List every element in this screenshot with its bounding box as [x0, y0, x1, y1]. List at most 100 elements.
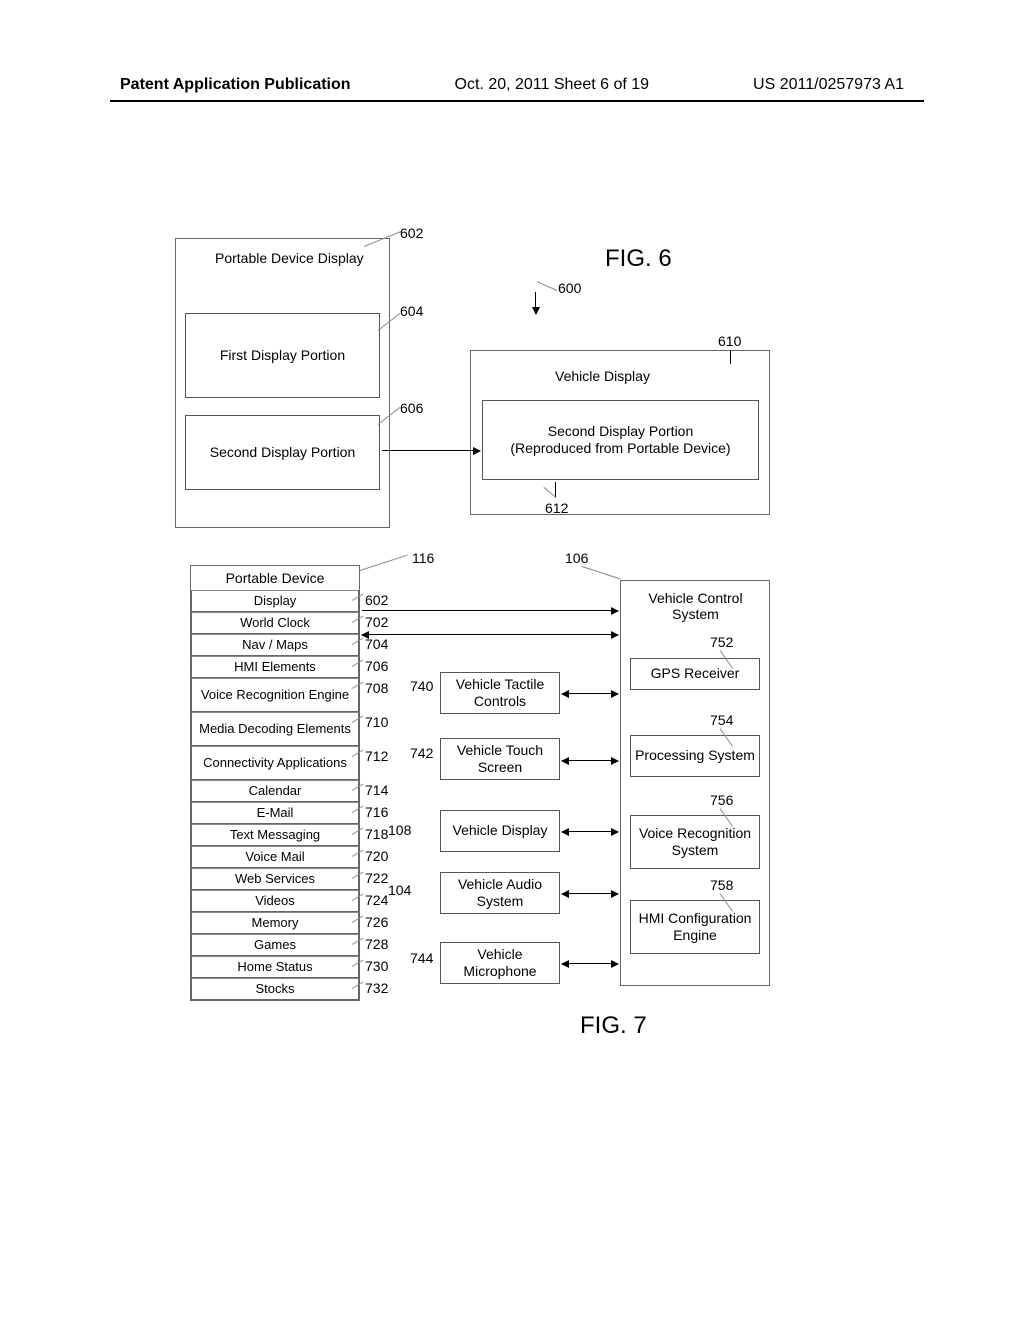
header-center: Oct. 20, 2011 Sheet 6 of 19	[455, 76, 650, 94]
pd-row: Stocks	[191, 978, 359, 1000]
second-display-portion-box: Second Display Portion	[185, 415, 380, 490]
pd-row-ref: 720	[365, 848, 388, 864]
vehicle-display-label: Vehicle Display	[555, 368, 650, 384]
pd-row: Home Status	[191, 956, 359, 978]
lead-600-arrow	[535, 292, 536, 314]
voice-box: Voice Recognition System	[630, 815, 760, 869]
pd-row: Media Decoding Elements	[191, 712, 359, 746]
vehicle-display-7-box: Vehicle Display	[440, 810, 560, 852]
ref-742: 742	[410, 745, 433, 761]
pd-row-ref: 726	[365, 914, 388, 930]
pd-row-ref: 728	[365, 936, 388, 952]
ref-106: 106	[565, 550, 588, 566]
fig7-title: FIG. 7	[580, 1012, 647, 1040]
vehicle-touch-label: Vehicle Touch Screen	[445, 742, 555, 777]
arrow-pd-to-vcs-2	[362, 634, 618, 635]
proc-box: Processing System	[630, 735, 760, 777]
ref-758: 758	[710, 877, 733, 893]
portable-device-list: DisplayWorld ClockNav / MapsHMI Elements…	[191, 590, 359, 1000]
portable-device-box: Portable Device DisplayWorld ClockNav / …	[190, 565, 360, 1001]
portable-device-display-label: Portable Device Display	[215, 250, 364, 266]
pd-row-ref: 718	[365, 826, 388, 842]
ref-744: 744	[410, 950, 433, 966]
ref-752: 752	[710, 634, 733, 650]
vehicle-mic-box: Vehicle Microphone	[440, 942, 560, 984]
pd-row: Web Services	[191, 868, 359, 890]
pd-row-ref: 602	[365, 592, 388, 608]
pd-row: E-Mail	[191, 802, 359, 824]
gps-box: GPS Receiver	[630, 658, 760, 690]
pd-row: Videos	[191, 890, 359, 912]
portable-device-title: Portable Device	[191, 566, 359, 590]
pd-row: Voice Recognition Engine	[191, 678, 359, 712]
proc-label: Processing System	[635, 747, 755, 765]
voice-label: Voice Recognition System	[635, 825, 755, 860]
ref-600: 600	[558, 280, 581, 296]
second-display-portion-label: Second Display Portion	[210, 444, 356, 462]
page-header: Patent Application Publication Oct. 20, …	[0, 76, 1024, 94]
ref-116: 116	[412, 550, 434, 566]
arrow-pd-to-vcs-1	[362, 610, 618, 611]
vehicle-audio-box: Vehicle Audio System	[440, 872, 560, 914]
ref-606: 606	[400, 400, 423, 416]
vehicle-tactile-box: Vehicle Tactile Controls	[440, 672, 560, 714]
pd-row-ref: 702	[365, 614, 388, 630]
pd-row: Display	[191, 590, 359, 612]
second-repro-box: Second Display Portion (Reproduced from …	[482, 400, 759, 480]
ref-610: 610	[718, 333, 741, 349]
pd-row-ref: 706	[365, 658, 388, 674]
ref-756: 756	[710, 792, 733, 808]
ref-104: 104	[388, 882, 411, 898]
pd-row: Text Messaging	[191, 824, 359, 846]
fig6-title: FIG. 6	[605, 245, 672, 273]
pd-row-ref: 708	[365, 680, 388, 696]
arrow-display-vcs	[562, 831, 618, 832]
pd-row-ref: 732	[365, 980, 388, 996]
vehicle-touch-box: Vehicle Touch Screen	[440, 738, 560, 780]
ref-612: 612	[545, 500, 568, 516]
second-repro-label: Second Display Portion (Reproduced from …	[510, 423, 730, 458]
ref-754: 754	[710, 712, 733, 728]
arrow-audio-vcs	[562, 893, 618, 894]
header-rule	[110, 100, 924, 102]
lead-106	[582, 566, 620, 579]
ref-604: 604	[400, 303, 423, 319]
pd-row-ref: 730	[365, 958, 388, 974]
lead-610	[730, 350, 731, 364]
arrow-touch-vcs	[562, 760, 618, 761]
pd-row-ref: 704	[365, 636, 388, 652]
pd-row-ref: 722	[365, 870, 388, 886]
pd-row: World Clock	[191, 612, 359, 634]
hmi-box: HMI Configuration Engine	[630, 900, 760, 954]
pd-row: Games	[191, 934, 359, 956]
ref-602: 602	[400, 225, 423, 241]
pd-row: Memory	[191, 912, 359, 934]
pd-row-ref: 710	[365, 714, 388, 730]
vehicle-audio-label: Vehicle Audio System	[445, 876, 555, 911]
first-display-portion-box: First Display Portion	[185, 313, 380, 398]
lead-600a	[537, 281, 558, 291]
pd-row-ref: 712	[365, 748, 388, 764]
pd-row-ref: 724	[365, 892, 388, 908]
first-display-portion-label: First Display Portion	[220, 347, 345, 365]
pd-row: HMI Elements	[191, 656, 359, 678]
ref-740: 740	[410, 678, 433, 694]
ref-108: 108	[388, 822, 411, 838]
arrow-second-to-vehicle	[382, 450, 480, 451]
vehicle-tactile-label: Vehicle Tactile Controls	[445, 676, 555, 711]
arrow-tactile-vcs	[562, 693, 618, 694]
hmi-label: HMI Configuration Engine	[635, 910, 755, 945]
pd-row: Nav / Maps	[191, 634, 359, 656]
pd-row-ref: 716	[365, 804, 388, 820]
gps-label: GPS Receiver	[651, 665, 740, 683]
pd-row: Voice Mail	[191, 846, 359, 868]
vcs-title: Vehicle Control System	[633, 590, 758, 622]
arrow-mic-vcs	[562, 963, 618, 964]
pd-row-ref: 714	[365, 782, 388, 798]
header-right: US 2011/0257973 A1	[753, 76, 904, 94]
header-left: Patent Application Publication	[120, 76, 351, 94]
pd-row: Calendar	[191, 780, 359, 802]
pd-row: Connectivity Applications	[191, 746, 359, 780]
vehicle-mic-label: Vehicle Microphone	[445, 946, 555, 981]
vehicle-display-7-label: Vehicle Display	[453, 822, 548, 840]
